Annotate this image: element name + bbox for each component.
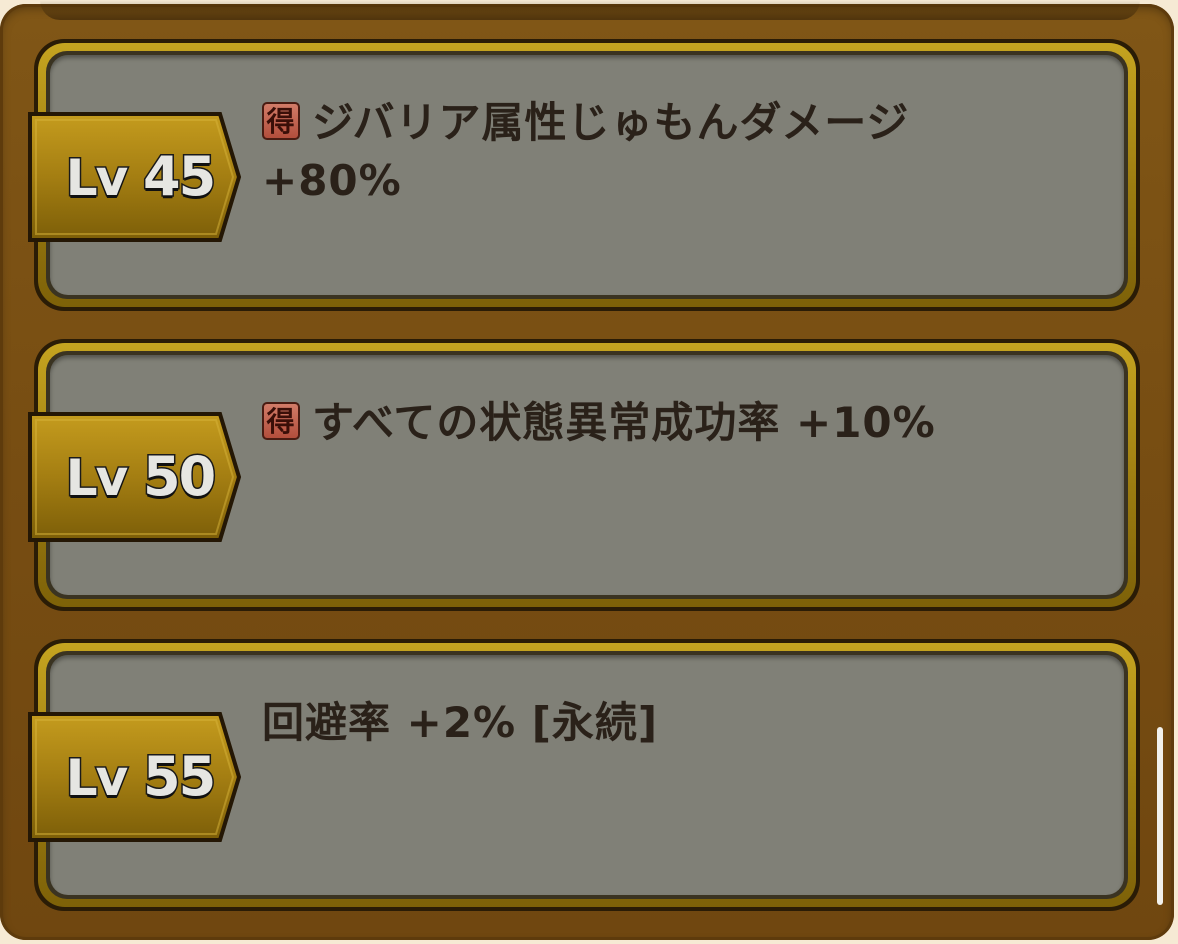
level-tag-55: Lv 55: [28, 712, 242, 842]
skill-description: 回避率 +2% [永続]: [262, 694, 1022, 752]
skill-description: 得すべての状態異常成功率 +10%: [262, 394, 1022, 452]
skill-text: すべての状態異常成功率 +10%: [312, 398, 936, 447]
level-label: Lv 45: [46, 112, 234, 242]
skill-value: +80%: [262, 156, 402, 205]
skill-text: 回避率 +2% [永続]: [262, 698, 659, 747]
scrollbar[interactable]: [1157, 727, 1163, 905]
gain-badge-icon: 得: [262, 102, 300, 140]
level-tag-45: Lv 45: [28, 112, 242, 242]
level-label: Lv 55: [46, 712, 234, 842]
level-number: 50: [142, 444, 218, 510]
level-prefix: Lv: [64, 148, 129, 209]
skill-description: 得ジバリア属性じゅもんダメージ +80%: [262, 94, 1022, 210]
scroll-top-shadow: [40, 0, 1140, 20]
skill-text: ジバリア属性じゅもんダメージ: [312, 98, 910, 147]
level-number: 45: [142, 144, 218, 210]
level-prefix: Lv: [64, 448, 129, 509]
level-prefix: Lv: [64, 748, 129, 809]
gain-badge-icon: 得: [262, 402, 300, 440]
level-number: 55: [142, 744, 218, 810]
level-label: Lv 50: [46, 412, 234, 542]
level-tag-50: Lv 50: [28, 412, 242, 542]
